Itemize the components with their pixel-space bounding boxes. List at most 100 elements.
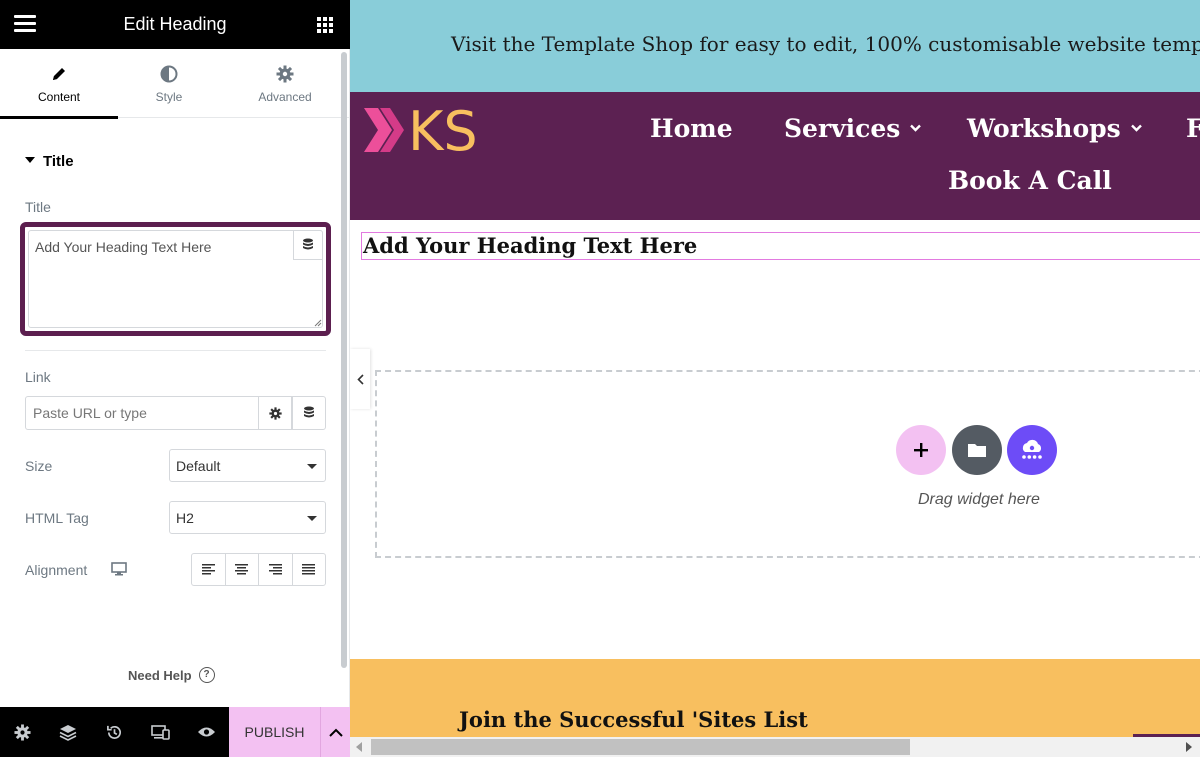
add-template-button[interactable]: [952, 425, 1002, 475]
panel-title: Edit Heading: [123, 14, 227, 34]
gear-icon: [276, 65, 294, 83]
drag-widget-hint: Drag widget here: [918, 491, 1040, 508]
nav-home[interactable]: Home: [650, 114, 733, 143]
need-help-link[interactable]: Need Help ?: [128, 667, 215, 683]
folder-icon: [968, 444, 986, 457]
html-tag-select[interactable]: H2: [169, 501, 326, 534]
title-textarea[interactable]: Add Your Heading Text Here: [28, 230, 323, 328]
nav-home-label: Home: [650, 114, 733, 143]
panel-header: Edit Heading: [0, 0, 350, 49]
link-options-button[interactable]: [258, 396, 292, 430]
nav-book-a-call[interactable]: Book A Call: [948, 166, 1112, 195]
nav-item-truncated-label: F: [1186, 114, 1200, 143]
html-tag-field-label: HTML Tag: [25, 510, 89, 526]
cloud-dots-icon: [1022, 439, 1042, 459]
caret-down-icon: [25, 157, 35, 164]
html-tag-select-value: H2: [176, 510, 194, 526]
history-button[interactable]: [92, 707, 136, 757]
database-icon: [304, 406, 314, 418]
link-dynamic-tags-button[interactable]: [292, 396, 326, 430]
align-right-button[interactable]: [258, 554, 292, 585]
link-field-label: Link: [25, 369, 51, 385]
responsive-mode-icon: [150, 724, 170, 740]
link-url-input[interactable]: [25, 396, 259, 430]
nav-book-a-call-label: Book A Call: [948, 166, 1112, 195]
tab-content-label: Content: [37, 90, 81, 104]
scrollbar-thumb[interactable]: [371, 739, 910, 755]
section-title-label: Title: [43, 153, 74, 170]
alignment-field-label: Alignment: [25, 562, 88, 578]
collapse-panel-button[interactable]: [350, 349, 370, 409]
chevron-down-icon: [307, 464, 317, 469]
nav-services-label: Services: [784, 114, 901, 143]
scroll-left-arrow-icon[interactable]: [356, 742, 362, 752]
site-logo[interactable]: KS: [362, 104, 502, 156]
size-field-label: Size: [25, 458, 53, 474]
widgets-grid-icon[interactable]: [317, 17, 334, 33]
chevron-down-icon: [1130, 124, 1142, 132]
settings-icon: [13, 723, 31, 741]
nav-workshops-label: Workshops: [967, 114, 1121, 143]
history-icon: [106, 725, 121, 739]
panel-tabs: Content Style Advanced: [0, 49, 350, 119]
settings-button[interactable]: [0, 707, 44, 757]
nav-services[interactable]: Services: [784, 114, 922, 143]
nav-workshops[interactable]: Workshops: [967, 114, 1142, 143]
add-section-button[interactable]: [896, 425, 946, 475]
empty-section-drop-zone[interactable]: Drag widget here: [375, 370, 1200, 558]
responsive-mode-button[interactable]: [138, 707, 182, 757]
nav-item-truncated[interactable]: F: [1186, 114, 1200, 143]
heading-text: Add Your Heading Text Here: [363, 233, 698, 258]
alignment-choices: [191, 553, 326, 586]
align-center-button[interactable]: [224, 554, 259, 585]
tab-content[interactable]: Content: [0, 49, 118, 119]
plus-icon: [914, 443, 928, 457]
site-header: KS Home Services Workshops F Book A Call: [350, 92, 1200, 220]
size-select[interactable]: Default: [169, 449, 326, 482]
gear-icon: [268, 406, 282, 420]
panel-scrollbar[interactable]: [341, 52, 347, 668]
announcement-text: Visit the Template Shop for easy to edit…: [451, 32, 1200, 56]
newsletter-heading: Join the Successful 'Sites List: [459, 707, 808, 732]
chevron-up-icon: [328, 728, 343, 737]
chevron-down-icon: [910, 124, 922, 132]
dynamic-tags-button[interactable]: [293, 230, 323, 260]
divider: [25, 350, 326, 351]
heading-widget[interactable]: Add Your Heading Text Here: [361, 232, 1200, 260]
align-right-icon: [268, 564, 282, 575]
title-field-highlight: Add Your Heading Text Here: [20, 222, 331, 336]
align-left-icon: [201, 564, 215, 575]
page-preview: Visit the Template Shop for easy to edit…: [350, 0, 1200, 757]
preview-button[interactable]: [184, 707, 228, 757]
align-left-button[interactable]: [192, 554, 225, 585]
need-help-label: Need Help: [128, 667, 192, 683]
scroll-right-arrow-icon[interactable]: [1186, 742, 1192, 752]
title-field-label: Title: [25, 199, 51, 215]
panel-footer: PUBLISH: [0, 707, 350, 757]
pencil-icon: [53, 68, 65, 80]
tab-style-label: Style: [155, 90, 183, 104]
question-circle-icon: ?: [198, 667, 215, 683]
editor-panel: Edit Heading Content Style Advanced Titl…: [0, 0, 350, 757]
horizontal-scrollbar[interactable]: [350, 737, 1200, 757]
resize-grip-icon[interactable]: [314, 319, 322, 327]
size-select-value: Default: [176, 458, 221, 474]
elementor-editor: Edit Heading Content Style Advanced Titl…: [0, 0, 1200, 757]
align-justify-icon: [302, 564, 316, 575]
publish-button[interactable]: PUBLISH: [229, 707, 320, 757]
half-circle-icon: [160, 65, 178, 83]
tab-advanced[interactable]: Advanced: [220, 49, 350, 118]
tab-style[interactable]: Style: [118, 49, 220, 118]
navigator-button[interactable]: [46, 707, 90, 757]
layers-icon: [59, 724, 77, 741]
publish-options-button[interactable]: [320, 707, 350, 757]
preview-eye-icon: [197, 727, 215, 737]
tab-advanced-label: Advanced: [258, 90, 312, 104]
desktop-monitor-icon[interactable]: [111, 562, 127, 576]
align-center-icon: [235, 564, 249, 575]
announcement-bar: Visit the Template Shop for easy to edit…: [350, 0, 1200, 92]
database-icon: [303, 238, 313, 250]
section-title-toggle[interactable]: Title: [25, 153, 74, 170]
ai-site-planner-button[interactable]: [1007, 425, 1057, 475]
align-justify-button[interactable]: [291, 554, 326, 585]
